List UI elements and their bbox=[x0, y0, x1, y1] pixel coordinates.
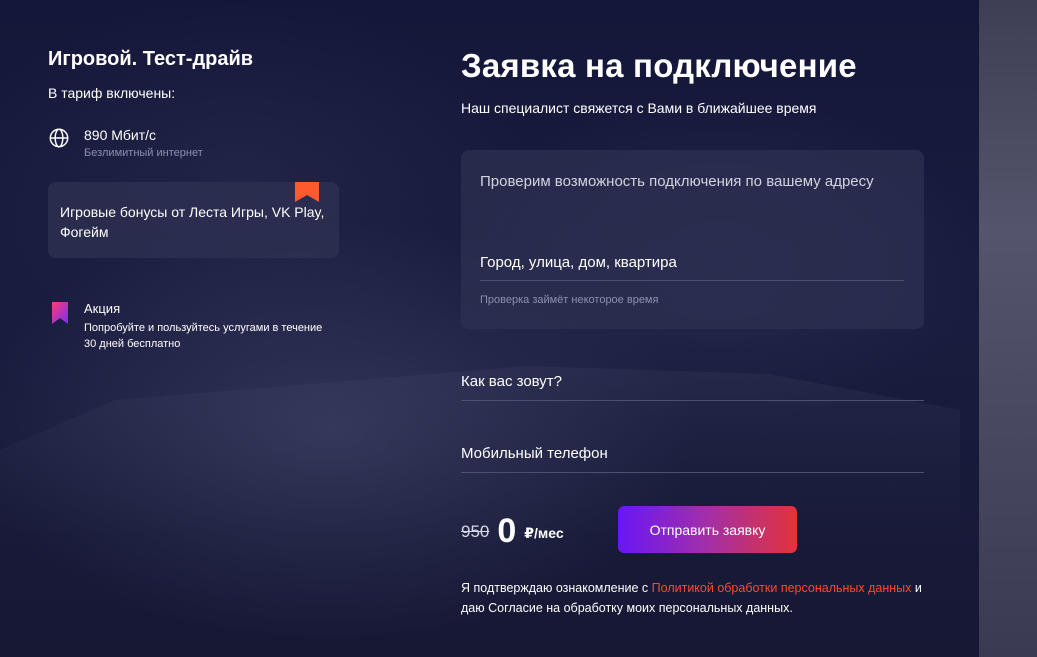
bookmark-icon bbox=[295, 182, 319, 202]
speed-value: 890 Мбит/с bbox=[84, 127, 157, 143]
submit-button[interactable]: Отправить заявку bbox=[618, 506, 797, 553]
phone-input[interactable] bbox=[461, 435, 924, 473]
globe-icon bbox=[49, 128, 69, 148]
background-image-edge bbox=[979, 0, 1037, 657]
price-unit: ₽/мес bbox=[524, 525, 564, 541]
bonus-text: Игровые бонусы от Леста Игры, VK Play, Ф… bbox=[60, 204, 325, 240]
promo-feature: Акция Попробуйте и пользуйтесь услугами … bbox=[48, 301, 324, 352]
promo-description: Попробуйте и пользуйтесь услугами в тече… bbox=[84, 322, 323, 350]
address-check-card: Проверим возможность подключения по ваше… bbox=[461, 150, 924, 329]
speed-description: Безлимитный интернет bbox=[84, 147, 203, 159]
address-input[interactable] bbox=[480, 245, 904, 281]
promo-bookmark-icon bbox=[52, 302, 68, 324]
speed-feature: 890 Мбит/с Безлимитный интернет bbox=[48, 126, 203, 159]
name-input[interactable] bbox=[461, 363, 924, 401]
old-price: 950 bbox=[461, 522, 490, 541]
form-subtitle: Наш специалист свяжется с Вами в ближайш… bbox=[461, 100, 817, 116]
price: 950 0 ₽/мес bbox=[461, 508, 564, 548]
consent-text-before: Я подтверждаю ознакомление с bbox=[461, 581, 652, 595]
bonus-card: Игровые бонусы от Леста Игры, VK Play, Ф… bbox=[48, 182, 339, 258]
address-heading: Проверим возможность подключения по ваше… bbox=[480, 173, 874, 190]
consent-text: Я подтверждаю ознакомление с Политикой о… bbox=[461, 578, 931, 618]
tariff-title: Игровой. Тест-драйв bbox=[48, 48, 254, 70]
included-label: В тариф включены: bbox=[48, 85, 176, 101]
address-hint: Проверка займёт некоторое время bbox=[480, 294, 659, 306]
new-price: 0 bbox=[497, 512, 517, 550]
form-title: Заявка на подключение bbox=[461, 47, 857, 84]
privacy-policy-link[interactable]: Политикой обработки персональных данных bbox=[652, 581, 912, 595]
promo-title: Акция bbox=[84, 301, 121, 316]
